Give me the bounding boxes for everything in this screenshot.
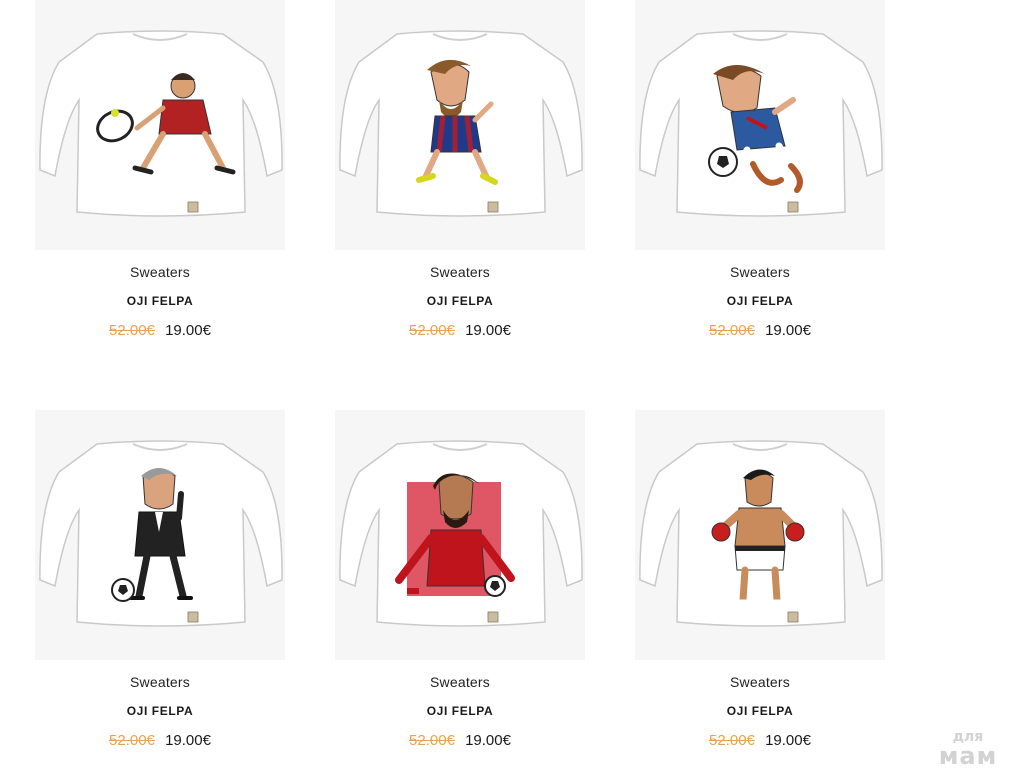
price-row: 52.00€ 19.00€ [335,322,585,339]
price-row: 52.00€ 19.00€ [635,732,885,749]
product-category[interactable]: Sweaters [35,264,285,280]
product-category[interactable]: Sweaters [335,264,585,280]
product-card[interactable]: Sweaters OJI FELPA 52.00€ 19.00€ [335,0,585,360]
new-price: 19.00€ [165,322,211,339]
product-card[interactable]: Sweaters OJI FELPA 52.00€ 19.00€ [35,410,285,770]
product-category[interactable]: Sweaters [335,674,585,690]
old-price: 52.00€ [109,732,155,749]
product-title[interactable]: OJI FELPA [35,704,285,718]
price-row: 52.00€ 19.00€ [35,732,285,749]
product-image[interactable] [335,0,585,250]
product-grid: Sweaters OJI FELPA 52.00€ 19.00€ Sweater… [0,0,1022,780]
product-category[interactable]: Sweaters [635,264,885,280]
product-image[interactable] [35,0,285,250]
old-price: 52.00€ [109,322,155,339]
product-title[interactable]: OJI FELPA [635,294,885,308]
watermark-logo: для мам [928,730,1008,768]
product-title[interactable]: OJI FELPA [335,294,585,308]
product-title[interactable]: OJI FELPA [635,704,885,718]
watermark-bottom: мам [938,742,998,770]
product-category[interactable]: Sweaters [35,674,285,690]
price-row: 52.00€ 19.00€ [335,732,585,749]
product-card[interactable]: Sweaters OJI FELPA 52.00€ 19.00€ [35,0,285,360]
old-price: 52.00€ [409,322,455,339]
new-price: 19.00€ [465,732,511,749]
product-category[interactable]: Sweaters [635,674,885,690]
product-title[interactable]: OJI FELPA [335,704,585,718]
product-card[interactable]: Sweaters OJI FELPA 52.00€ 19.00€ [335,410,585,770]
old-price: 52.00€ [409,732,455,749]
price-row: 52.00€ 19.00€ [35,322,285,339]
red-footballer-icon [395,473,515,597]
old-price: 52.00€ [709,322,755,339]
product-image[interactable] [635,410,885,660]
product-card[interactable]: Sweaters OJI FELPA 52.00€ 19.00€ [635,410,885,770]
product-image[interactable] [635,0,885,250]
product-image[interactable] [35,410,285,660]
new-price: 19.00€ [465,322,511,339]
old-price: 52.00€ [709,732,755,749]
product-title[interactable]: OJI FELPA [35,294,285,308]
new-price: 19.00€ [765,732,811,749]
product-image[interactable] [335,410,585,660]
price-row: 52.00€ 19.00€ [635,322,885,339]
product-card[interactable]: Sweaters OJI FELPA 52.00€ 19.00€ [635,0,885,360]
new-price: 19.00€ [165,732,211,749]
new-price: 19.00€ [765,322,811,339]
